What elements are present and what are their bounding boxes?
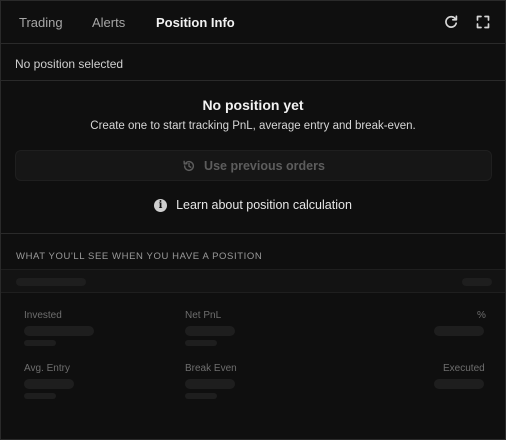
tab-bar: Trading Alerts Position Info: [1, 1, 505, 44]
skeleton-bar: [185, 379, 235, 389]
skeleton-bar: [24, 393, 56, 399]
empty-state-subtitle: Create one to start tracking PnL, averag…: [90, 120, 416, 132]
skeleton-bar: [185, 340, 217, 346]
tab-alerts[interactable]: Alerts: [92, 15, 125, 30]
tab-position-info[interactable]: Position Info: [156, 15, 235, 30]
use-previous-orders-button[interactable]: Use previous orders: [15, 150, 492, 181]
skeleton-bar: [185, 393, 217, 399]
skeleton-bar: [462, 278, 492, 286]
position-info-panel: Trading Alerts Position Info No position…: [0, 0, 506, 440]
learn-position-calculation-link[interactable]: i Learn about position calculation: [1, 198, 505, 212]
skeleton-bar: [24, 340, 56, 346]
empty-state-title: No position yet: [202, 97, 304, 113]
stat-label-executed: Executed: [443, 363, 485, 374]
stat-label-net-pnl: Net PnL: [185, 310, 222, 321]
preview-summary-row: [1, 269, 505, 293]
stat-label-break-even: Break Even: [185, 363, 237, 374]
selection-status-text: No position selected: [15, 57, 124, 71]
info-icon: i: [154, 198, 168, 212]
skeleton-bar: [24, 379, 74, 389]
stat-label-avg-entry: Avg. Entry: [24, 363, 70, 374]
stat-label-invested: Invested: [24, 310, 62, 321]
expand-icon[interactable]: [475, 14, 491, 30]
history-icon: [182, 159, 196, 173]
selection-status-row: No position selected: [1, 45, 505, 81]
tab-trading[interactable]: Trading: [19, 15, 63, 30]
skeleton-bar: [185, 326, 235, 336]
refresh-icon[interactable]: [443, 14, 459, 30]
skeleton-bar: [16, 278, 86, 286]
skeleton-bar: [434, 379, 484, 389]
skeleton-bar: [24, 326, 94, 336]
use-previous-orders-label: Use previous orders: [204, 158, 325, 173]
skeleton-bar: [434, 326, 484, 336]
learn-link-label: Learn about position calculation: [176, 198, 352, 212]
stat-label-percent: %: [477, 310, 486, 321]
preview-heading: WHAT YOU'LL SEE WHEN YOU HAVE A POSITION: [16, 251, 263, 262]
empty-state: No position yet Create one to start trac…: [1, 82, 505, 234]
